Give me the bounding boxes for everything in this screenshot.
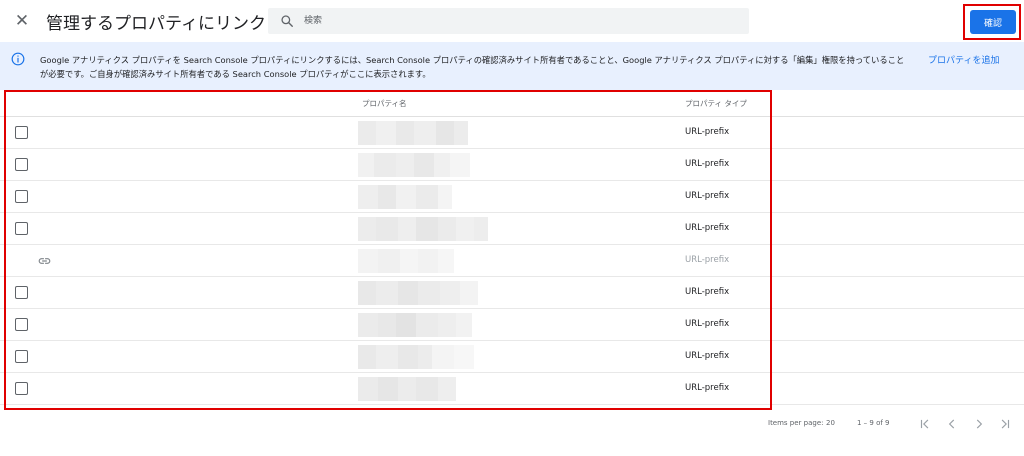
search-bar[interactable] <box>268 8 749 34</box>
table-row[interactable]: URL-prefix <box>0 373 1024 405</box>
table-header: プロパティ名 プロパティ タイプ <box>0 90 1024 117</box>
items-per-page-select[interactable]: 20 <box>826 419 835 427</box>
info-banner: Google アナリティクス プロパティを Search Console プロパ… <box>0 42 1024 90</box>
table-row[interactable]: URL-prefix <box>0 341 1024 373</box>
add-property-link[interactable]: プロパティを追加 <box>928 53 999 66</box>
next-page-icon[interactable] <box>972 417 986 431</box>
row-checkbox[interactable] <box>15 382 28 395</box>
property-type: URL-prefix <box>685 159 730 169</box>
table-row[interactable]: URL-prefix <box>0 149 1024 181</box>
search-icon <box>281 15 293 27</box>
close-icon[interactable]: ✕ <box>12 11 32 31</box>
row-checkbox[interactable] <box>15 190 28 203</box>
page-range-text: 1 – 9 of 9 <box>857 419 890 427</box>
table-row[interactable]: URL-prefix <box>0 213 1024 245</box>
property-name-redacted <box>358 249 454 273</box>
dialog-header: ✕ 管理するプロパティにリンク 確認 <box>0 0 1024 42</box>
pagination: Items per page: 20 1 – 9 of 9 <box>0 410 1024 440</box>
table-row[interactable]: URL-prefix <box>0 181 1024 213</box>
table-row[interactable]: URL-prefix <box>0 309 1024 341</box>
row-checkbox[interactable] <box>15 126 28 139</box>
property-type: URL-prefix <box>685 287 730 297</box>
row-checkbox[interactable] <box>15 350 28 363</box>
row-checkbox[interactable] <box>15 222 28 235</box>
property-name-redacted <box>358 121 468 145</box>
info-text: Google アナリティクス プロパティを Search Console プロパ… <box>40 55 905 79</box>
previous-page-icon[interactable] <box>945 417 959 431</box>
page-title: 管理するプロパティにリンク <box>46 14 266 34</box>
row-checkbox[interactable] <box>15 158 28 171</box>
table-row[interactable]: URL-prefix <box>0 277 1024 309</box>
search-input[interactable] <box>304 8 734 34</box>
row-checkbox[interactable] <box>15 318 28 331</box>
property-type: URL-prefix <box>685 127 730 137</box>
property-type: URL-prefix <box>685 191 730 201</box>
property-type: URL-prefix <box>685 223 730 233</box>
property-type: URL-prefix <box>685 351 730 361</box>
property-type: URL-prefix <box>685 255 730 265</box>
row-checkbox[interactable] <box>15 286 28 299</box>
property-name-redacted <box>358 217 488 241</box>
property-type: URL-prefix <box>685 383 730 393</box>
items-per-page-label: Items per page: <box>768 419 824 427</box>
first-page-icon[interactable] <box>918 417 932 431</box>
property-name-redacted <box>358 313 472 337</box>
info-icon <box>11 52 25 66</box>
property-name-redacted <box>358 281 478 305</box>
property-name-redacted <box>358 185 452 209</box>
column-header-name: プロパティ名 <box>362 99 407 108</box>
property-name-redacted <box>358 345 474 369</box>
table-row[interactable]: URL-prefix <box>0 117 1024 149</box>
table-row[interactable]: URL-prefix <box>0 245 1024 277</box>
confirm-button[interactable]: 確認 <box>970 10 1016 34</box>
last-page-icon[interactable] <box>998 417 1012 431</box>
property-name-redacted <box>358 153 470 177</box>
property-type: URL-prefix <box>685 319 730 329</box>
link-icon <box>38 258 51 264</box>
column-header-type: プロパティ タイプ <box>685 99 747 108</box>
property-name-redacted <box>358 377 456 401</box>
